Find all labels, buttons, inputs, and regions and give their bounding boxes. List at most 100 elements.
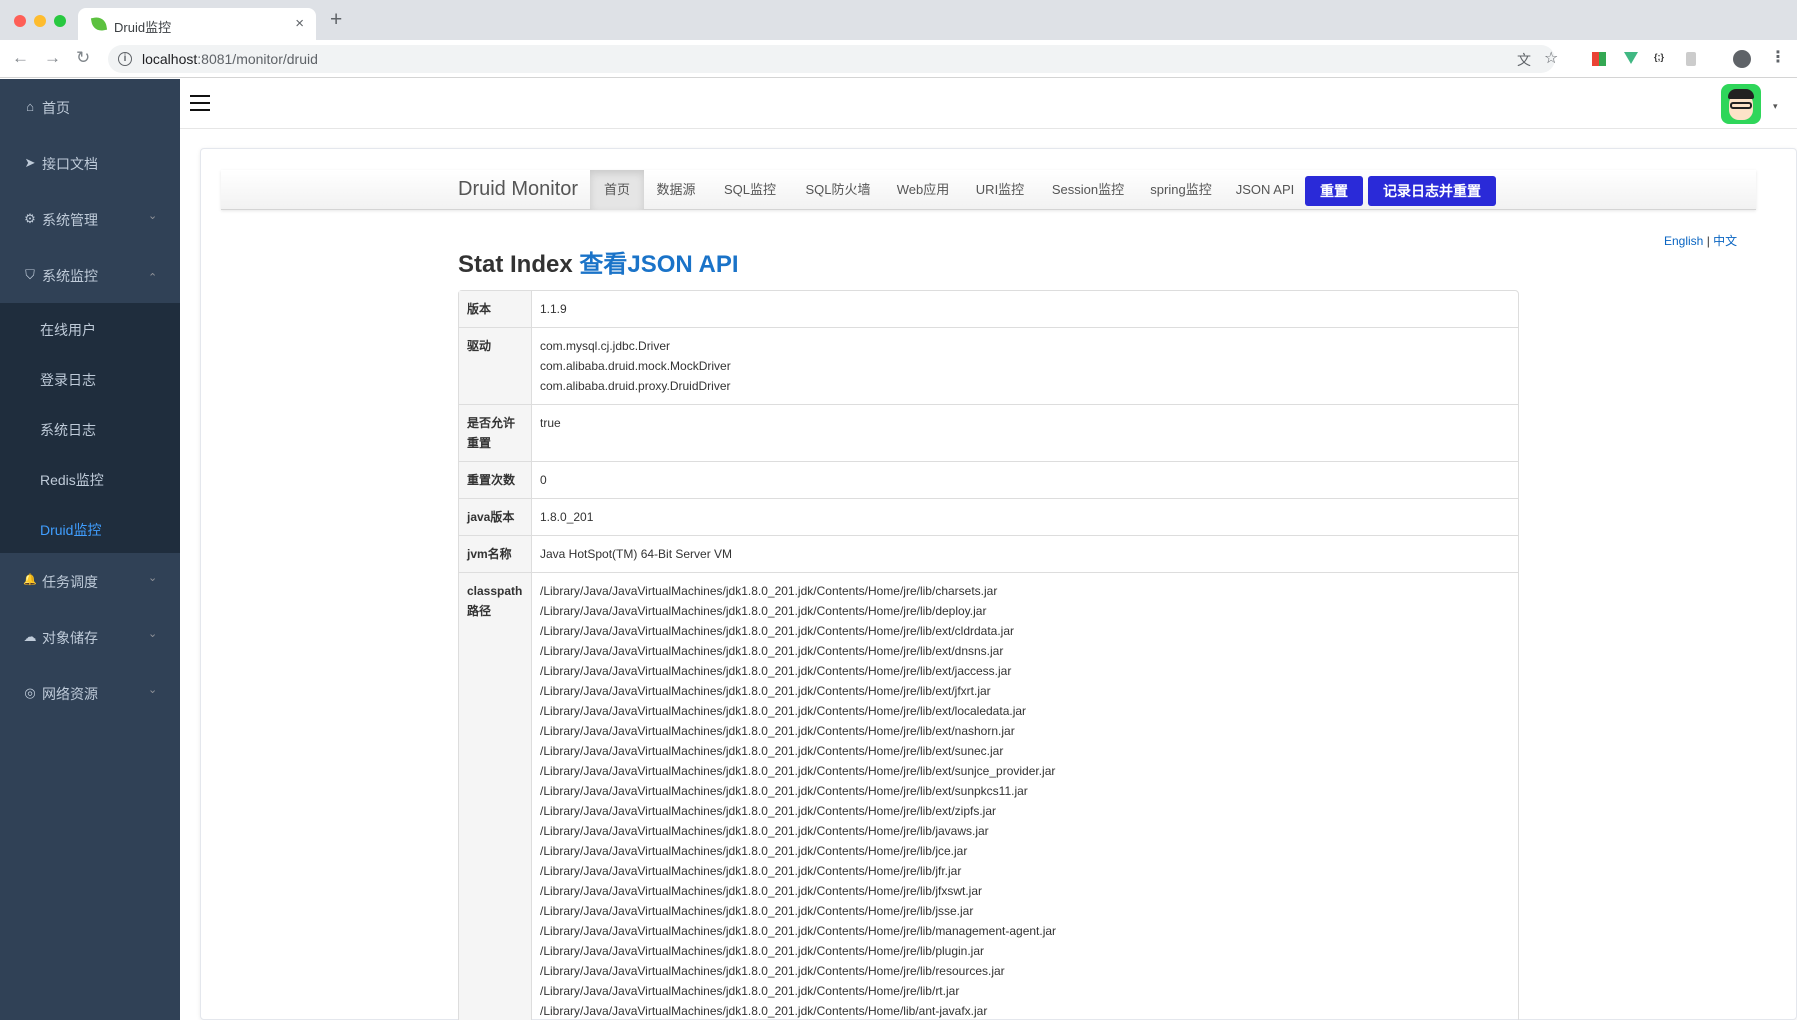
hamburger-menu-icon[interactable] <box>190 95 210 111</box>
tab-spring-monitor[interactable]: spring监控 <box>1138 170 1224 210</box>
maximize-window-button[interactable] <box>54 15 66 27</box>
row-value-version: 1.1.9 <box>540 302 567 316</box>
classpath-item: /Library/Java/JavaVirtualMachines/jdk1.8… <box>540 1004 988 1018</box>
sidebar-item-label: 系统管理 <box>42 212 98 228</box>
sidebar-item-label: 系统监控 <box>42 268 98 284</box>
caret-down-icon[interactable]: ▾ <box>1773 101 1778 112</box>
chevron-down-icon: ⌄ <box>148 210 158 222</box>
reset-button[interactable]: 重置 <box>1305 176 1363 206</box>
back-button[interactable]: ← <box>12 48 29 68</box>
row-key-version: 版本 <box>459 291 532 327</box>
driver-item: com.alibaba.druid.mock.MockDriver <box>540 359 731 373</box>
send-icon: ➤ <box>24 155 36 170</box>
classpath-item: /Library/Java/JavaVirtualMachines/jdk1.8… <box>540 984 960 998</box>
sidebar-item-api-docs[interactable]: ➤ 接口文档 <box>0 135 180 191</box>
lang-english-link[interactable]: English <box>1664 234 1703 248</box>
tab-uri-monitor[interactable]: URI监控 <box>962 170 1038 210</box>
reload-button[interactable]: ↻ <box>76 48 90 68</box>
translate-icon[interactable]: 文 <box>1517 50 1531 70</box>
sidebar: ⌂ 首页 ➤ 接口文档 ⚙ 系统管理 ⌄ ⛉ 系统监控 ⌃ 在线用户 登录日志 … <box>0 79 180 1020</box>
sidebar-item-label: 首页 <box>42 100 70 116</box>
sidebar-item-druid-monitor[interactable]: Druid监控 <box>0 503 180 553</box>
cloud-icon: ☁ <box>23 629 37 644</box>
table-row: jvm名称 Java HotSpot(TM) 64-Bit Server VM <box>459 535 1518 572</box>
gear-icon: ⚙ <box>24 211 36 226</box>
browser-tab-bar: Druid监控 × + <box>0 0 1797 40</box>
classpath-item: /Library/Java/JavaVirtualMachines/jdk1.8… <box>540 724 1015 738</box>
row-key-jvm-name: jvm名称 <box>459 535 532 572</box>
language-switch: English | 中文 <box>1664 234 1738 248</box>
classpath-item: /Library/Java/JavaVirtualMachines/jdk1.8… <box>540 904 974 918</box>
sidebar-item-system-management[interactable]: ⚙ 系统管理 ⌄ <box>0 191 180 247</box>
row-key-classpath: classpath路径 <box>459 572 532 1020</box>
browser-menu-icon[interactable]: ⋮ <box>1770 48 1786 68</box>
classpath-item: /Library/Java/JavaVirtualMachines/jdk1.8… <box>540 584 998 598</box>
json-api-link[interactable]: 查看JSON API <box>579 251 738 278</box>
table-row: 版本 1.1.9 <box>459 291 1518 327</box>
tab-close-icon[interactable]: × <box>295 15 304 32</box>
tab-sql-monitor[interactable]: SQL监控 <box>708 170 792 210</box>
classpath-item: /Library/Java/JavaVirtualMachines/jdk1.8… <box>540 704 1027 718</box>
classpath-item: /Library/Java/JavaVirtualMachines/jdk1.8… <box>540 884 982 898</box>
table-row: classpath路径 /Library/Java/JavaVirtualMac… <box>459 572 1518 1020</box>
app-header: ▾ <box>180 79 1797 129</box>
row-value-classpath: /Library/Java/JavaVirtualMachines/jdk1.8… <box>532 572 1518 1020</box>
minimize-window-button[interactable] <box>34 15 46 27</box>
classpath-item: /Library/Java/JavaVirtualMachines/jdk1.8… <box>540 624 1015 638</box>
log-and-reset-button[interactable]: 记录日志并重置 <box>1368 176 1496 206</box>
tab-session-monitor[interactable]: Session监控 <box>1038 170 1138 210</box>
sidebar-item-network-resources[interactable]: ◎ 网络资源 ⌄ <box>0 665 180 721</box>
classpath-item: /Library/Java/JavaVirtualMachines/jdk1.8… <box>540 804 996 818</box>
address-bar[interactable]: i localhost:8081/monitor/druid 文 ☆ <box>108 45 1558 73</box>
globe-icon: ◎ <box>24 685 36 700</box>
avatar[interactable] <box>1721 84 1761 124</box>
classpath-item: /Library/Java/JavaVirtualMachines/jdk1.8… <box>540 764 1056 778</box>
lang-chinese-link[interactable]: 中文 <box>1713 234 1737 248</box>
classpath-item: /Library/Java/JavaVirtualMachines/jdk1.8… <box>540 924 1057 938</box>
tab-sql-firewall[interactable]: SQL防火墙 <box>792 170 884 210</box>
tab-datasource[interactable]: 数据源 <box>644 170 708 210</box>
table-row: 重置次数 0 <box>459 461 1518 498</box>
classpath-item: /Library/Java/JavaVirtualMachines/jdk1.8… <box>540 944 985 958</box>
new-tab-button[interactable]: + <box>330 9 342 30</box>
row-value-jvm-name: Java HotSpot(TM) 64-Bit Server VM <box>532 535 1518 572</box>
classpath-item: /Library/Java/JavaVirtualMachines/jdk1.8… <box>540 864 962 878</box>
tab-web-app[interactable]: Web应用 <box>884 170 962 210</box>
tab-json-api[interactable]: JSON API <box>1224 170 1306 210</box>
classpath-item: /Library/Java/JavaVirtualMachines/jdk1.8… <box>540 844 968 858</box>
sidebar-item-label: 系统日志 <box>40 422 96 438</box>
chevron-down-icon: ⌄ <box>148 572 158 584</box>
driver-item: com.mysql.cj.jdbc.Driver <box>540 339 671 353</box>
sidebar-item-login-log[interactable]: 登录日志 <box>0 353 180 403</box>
shield-icon: ⛉ <box>25 267 35 282</box>
row-key-reset-count: 重置次数 <box>459 461 532 498</box>
sidebar-item-redis-monitor[interactable]: Redis监控 <box>0 453 180 503</box>
sidebar-item-system-log[interactable]: 系统日志 <box>0 403 180 453</box>
sidebar-item-label: Druid监控 <box>40 522 102 538</box>
forward-button[interactable]: → <box>44 48 61 68</box>
sidebar-item-home[interactable]: ⌂ 首页 <box>0 79 180 135</box>
sidebar-item-system-monitor[interactable]: ⛉ 系统监控 ⌃ <box>0 247 180 303</box>
bookmark-star-icon[interactable]: ☆ <box>1544 48 1558 68</box>
classpath-item: /Library/Java/JavaVirtualMachines/jdk1.8… <box>540 824 989 838</box>
close-window-button[interactable] <box>14 15 26 27</box>
classpath-item: /Library/Java/JavaVirtualMachines/jdk1.8… <box>540 684 991 698</box>
page-title: Stat Index 查看JSON API <box>458 251 739 278</box>
extension-gray-icon[interactable] <box>1686 52 1696 66</box>
browser-tab[interactable]: Druid监控 × <box>78 8 316 40</box>
json-extension-icon[interactable]: {;} <box>1654 52 1668 66</box>
home-icon: ⌂ <box>26 99 34 114</box>
sidebar-item-object-storage[interactable]: ☁ 对象储存 ⌄ <box>0 609 180 665</box>
table-row: java版本 1.8.0_201 <box>459 498 1518 535</box>
sidebar-item-label: 在线用户 <box>40 322 96 338</box>
tab-home[interactable]: 首页 <box>590 170 644 210</box>
sidebar-item-online-users[interactable]: 在线用户 <box>0 303 180 353</box>
browser-toolbar: ← → ↻ i localhost:8081/monitor/druid 文 ☆… <box>0 40 1797 78</box>
vue-devtools-icon[interactable] <box>1624 52 1638 64</box>
classpath-item: /Library/Java/JavaVirtualMachines/jdk1.8… <box>540 664 1012 678</box>
druid-brand[interactable]: Druid Monitor <box>458 178 578 201</box>
site-info-icon[interactable]: i <box>118 52 132 66</box>
sidebar-item-task-scheduling[interactable]: 🔔 任务调度 ⌄ <box>0 553 180 609</box>
profile-icon[interactable] <box>1733 50 1751 68</box>
extension-color-icon[interactable] <box>1592 52 1606 66</box>
